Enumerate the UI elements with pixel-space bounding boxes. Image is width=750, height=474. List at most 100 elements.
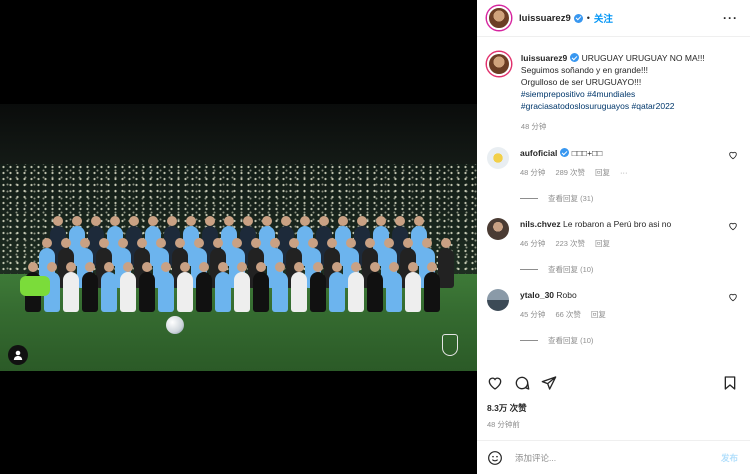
comment-likes[interactable]: 66 次赞 (555, 309, 580, 321)
view-replies-button[interactable]: 查看回复 (10) (520, 335, 740, 346)
comment-item: nils.chvez Le robaron a Perú bro asi no … (487, 218, 740, 250)
player-head (427, 262, 437, 272)
player-head (142, 262, 152, 272)
verified-icon (570, 53, 580, 62)
share-icon[interactable] (541, 375, 557, 391)
like-comment-icon[interactable] (728, 150, 738, 160)
player-head (251, 238, 261, 248)
follow-button[interactable]: 关注 (594, 11, 613, 25)
comment-time: 46 分钟 (520, 239, 546, 248)
player-head (338, 216, 348, 226)
player-head (167, 216, 177, 226)
caption-username[interactable]: luissuarez9 (521, 53, 567, 63)
player-figure (405, 272, 421, 312)
caption-avatar[interactable] (487, 52, 511, 76)
player-head (256, 262, 266, 272)
hashtag-link[interactable]: #siemprepositivo (521, 89, 585, 99)
commenter-avatar[interactable] (487, 147, 509, 169)
player-head (327, 238, 337, 248)
player-head (403, 238, 413, 248)
player-figure (348, 272, 364, 312)
commenter-avatar[interactable] (487, 218, 509, 240)
comment-username[interactable]: aufoficial (520, 148, 557, 158)
divider (520, 198, 538, 199)
caption-time: 48 分钟 (520, 122, 547, 131)
player-head (42, 238, 52, 248)
comment-username[interactable]: nils.chvez (520, 219, 561, 229)
player-head (237, 262, 247, 272)
player-head (308, 238, 318, 248)
player-head (270, 238, 280, 248)
hashtag-link[interactable]: #4mundiales (587, 89, 635, 99)
comment-likes[interactable]: 289 次赞 (555, 167, 585, 179)
player-head (414, 216, 424, 226)
author-avatar[interactable] (487, 6, 511, 30)
player-figure (120, 272, 136, 312)
player-head (199, 262, 209, 272)
hashtag-link[interactable]: #qatar2022 (632, 101, 675, 111)
caption-body: luissuarez9 URUGUAY URUGUAY NO MA!!! Seg… (521, 52, 740, 133)
reply-button[interactable]: 回复 (591, 309, 606, 321)
hashtag-link[interactable]: #graciasatodoslosuruguayos (521, 101, 629, 111)
comment-body: nils.chvez Le robaron a Perú bro asi no … (520, 218, 720, 250)
commenter-avatar[interactable] (487, 289, 509, 311)
player-head (300, 216, 310, 226)
like-comment-icon[interactable] (728, 221, 738, 231)
verified-icon (573, 13, 583, 23)
player-figure (215, 272, 231, 312)
player-figure (253, 272, 269, 312)
reply-button[interactable]: 回复 (595, 167, 610, 179)
emoji-icon[interactable] (487, 450, 503, 466)
player-head (281, 216, 291, 226)
comment-icon[interactable] (514, 375, 530, 391)
player-head (395, 216, 405, 226)
post-photo[interactable] (0, 104, 477, 371)
player-head (365, 238, 375, 248)
like-count[interactable]: 8.3万 次赞 (487, 402, 527, 414)
player-head (110, 216, 120, 226)
player-head (66, 262, 76, 272)
comment-text: □□□+□□ (571, 148, 603, 158)
comment-meta: 46 分钟 223 次赞 回复 (520, 238, 720, 250)
player-figure (386, 272, 402, 312)
comment-more-icon[interactable]: ··· (620, 167, 628, 179)
reply-button[interactable]: 回复 (595, 238, 610, 250)
like-comment-icon[interactable] (728, 292, 738, 302)
player-head (175, 238, 185, 248)
comment-username[interactable]: ytalo_30 (520, 290, 554, 300)
player-head (123, 262, 133, 272)
comment-meta: 48 分钟 289 次赞 回复 ··· (520, 167, 720, 179)
comment-time: 45 分钟 (520, 310, 546, 319)
player-head (357, 216, 367, 226)
player-figure (367, 272, 383, 312)
more-options-icon[interactable]: ··· (723, 11, 738, 25)
post-comment-button[interactable]: 发布 (721, 452, 738, 464)
player-head (313, 262, 323, 272)
player-head (346, 238, 356, 248)
player-figure (82, 272, 98, 312)
view-replies-button[interactable]: 查看回复 (31) (520, 193, 740, 204)
view-replies-label: 查看回复 (31) (548, 194, 594, 203)
player-head (104, 262, 114, 272)
football (166, 316, 184, 334)
player-figure (158, 272, 174, 312)
divider (520, 340, 538, 341)
comment-likes[interactable]: 223 次赞 (555, 238, 585, 250)
caption-line-3: Orgulloso de ser URUGUAYO!!! (520, 77, 642, 87)
comments-scroll-area[interactable]: luissuarez9 URUGUAY URUGUAY NO MA!!! Seg… (477, 38, 750, 362)
comment-input[interactable] (515, 452, 705, 463)
author-username[interactable]: luissuarez9 (519, 13, 571, 24)
comment-text: Robo (556, 290, 577, 300)
player-head (91, 216, 101, 226)
player-head (194, 238, 204, 248)
post-header: luissuarez9 • 关注 ··· (477, 0, 750, 37)
tagged-users-icon[interactable] (8, 345, 28, 365)
like-icon[interactable] (487, 375, 503, 391)
save-bookmark-icon[interactable] (722, 375, 738, 391)
player-head (319, 216, 329, 226)
verified-icon (560, 148, 570, 157)
view-replies-button[interactable]: 查看回复 (10) (520, 264, 740, 275)
player-head (218, 262, 228, 272)
player-head (53, 216, 63, 226)
post-time: 48 分钟前 (487, 420, 520, 429)
